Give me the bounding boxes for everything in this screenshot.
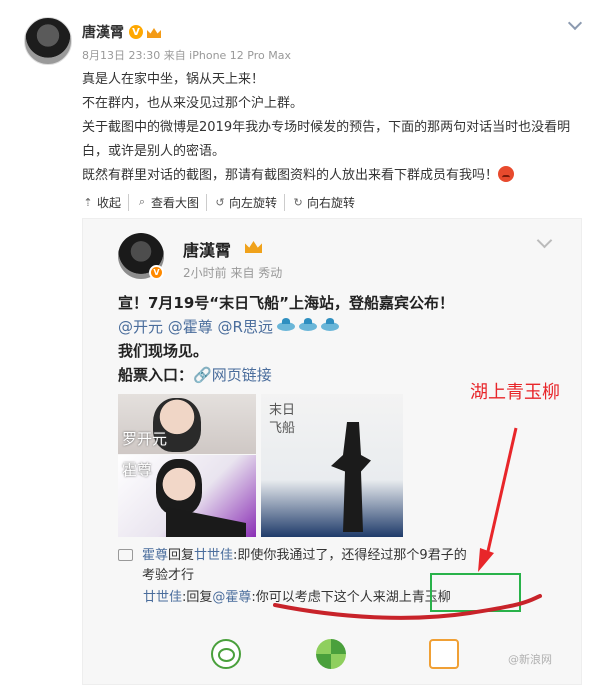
post-line: 不在群内，也从来没见过那个沪上群。: [82, 96, 304, 111]
ufo-icon: [298, 318, 317, 331]
screenshot-mentions: @开元 @霍尊 @R思远: [118, 318, 273, 336]
screenshot-verified-icon: V: [149, 265, 164, 280]
wechat-icon: [211, 639, 241, 669]
author-row: 唐漢霄 V: [82, 22, 162, 42]
annotation-highlight-box: [430, 573, 521, 612]
view-large-button[interactable]: ⌕ 查看大图: [136, 193, 208, 211]
reply-1-mid: 回复: [168, 548, 195, 563]
reply-1-text: :即使你我通过了，还得经过那个9君子的: [233, 548, 467, 563]
verified-icon: V: [129, 25, 143, 39]
rotate-left-button[interactable]: ↺ 向左旋转: [214, 193, 286, 211]
collapse-arrow-icon: ⇡: [83, 195, 93, 209]
weibo-post: 唐漢霄 V 8月13日 23:30 来自 iPhone 12 Pro Max 真…: [0, 0, 598, 685]
post-meta: 8月13日 23:30 来自 iPhone 12 Pro Max: [82, 49, 291, 62]
album-title: 末日 飞船: [269, 402, 295, 438]
watermark: @新浪网: [508, 653, 552, 666]
magnifier-icon: ⌕: [138, 195, 146, 208]
album-title-line-1: 末日: [269, 403, 296, 418]
ticket-link: 网页链接: [211, 366, 272, 384]
screenshot-author-name: 唐漢霄: [183, 241, 232, 260]
reply-2-text: :你可以考虑下这个人来湖上青玉柳: [251, 590, 451, 605]
photo-album-cover: 末日 飞船: [261, 394, 403, 537]
comment-icon: [118, 549, 133, 561]
photo-label-1: 罗开元: [122, 430, 168, 448]
chevron-down-icon[interactable]: [566, 15, 584, 33]
screenshot-mention-line: @开元 @霍尊 @R思远: [118, 315, 568, 339]
ufo-icon: [320, 318, 339, 331]
photo-label-2: 霍尊: [122, 461, 153, 479]
reply-1-target: 廿世佳: [194, 548, 234, 563]
photo-person-1: 罗开元: [118, 394, 256, 454]
rotate-right-icon: ↻: [293, 195, 303, 209]
post-line: 真是人在家中坐，锅从天上来！: [82, 72, 265, 87]
reply-2: 廿世佳:回复@霍尊:你可以考虑下这个人来湖上青玉柳: [143, 586, 451, 605]
image-action-bar: ⇡ 收起 ⌕ 查看大图 ↺ 向左旋转 ↻ 向右旋转: [82, 192, 369, 212]
photo-person-2: 霍尊: [118, 455, 256, 537]
screenshot-crown-icon: [245, 239, 263, 254]
embedded-screenshot[interactable]: V 唐漢霄 2小时前 来自 秀动 宣！7月19号“末日飞船”上海站，登船嘉宾公布…: [82, 218, 582, 685]
collapse-button[interactable]: ⇡ 收起: [82, 193, 130, 211]
author-avatar[interactable]: [24, 17, 72, 65]
album-title-line-2: 飞船: [269, 421, 296, 436]
post-body: 真是人在家中坐，锅从天上来！ 不在群内，也从来没见过那个沪上群。 关于截图中的微…: [82, 68, 582, 188]
collapse-label: 收起: [97, 195, 122, 210]
angry-emoji-icon: [498, 166, 515, 182]
rotate-left-label: 向左旋转: [229, 195, 278, 210]
reply-2-user: 廿世佳: [143, 590, 183, 605]
moments-icon: [316, 639, 346, 669]
post-line: 关于截图中的微博是2019年我办专场时候发的预告，下面的那两句对话当时也没看明白…: [82, 120, 571, 159]
screenshot-body: 宣！7月19号“末日飞船”上海站，登船嘉宾公布！ @开元 @霍尊 @R思远 我们…: [118, 291, 568, 387]
view-large-label: 查看大图: [151, 195, 200, 210]
rotate-right-label: 向右旋转: [307, 195, 356, 210]
ticket-label: 船票入口：: [118, 366, 194, 384]
annotation-label: 湖上青玉柳: [470, 382, 560, 403]
reply-2-target: @霍尊: [212, 590, 252, 605]
screenshot-see-you: 我们现场见。: [118, 342, 209, 360]
ufo-icon: [276, 318, 295, 331]
post-line-text: 既然有群里对话的截图，那请有截图资料的人放出来看下群成员有我吗！: [82, 168, 499, 183]
screenshot-meta: 2小时前 来自 秀动: [183, 266, 283, 280]
screenshot-headline: 宣！7月19号“末日飞船”上海站，登船嘉宾公布！: [118, 294, 455, 312]
save-image-icon: [429, 639, 459, 669]
screenshot-chevron-icon: [535, 235, 555, 249]
rotate-left-icon: ↺: [215, 195, 225, 209]
reply-1-line-1: 霍尊回复廿世佳:即使你我通过了，还得经过那个9君子的: [118, 546, 573, 566]
rotate-right-button[interactable]: ↻ 向右旋转: [292, 194, 362, 211]
reply-2-mid: :回复: [182, 590, 213, 605]
post-line-last: 既然有群里对话的截图，那请有截图资料的人放出来看下群成员有我吗！: [82, 164, 582, 188]
crown-icon: [146, 25, 162, 39]
author-name[interactable]: 唐漢霄: [82, 22, 124, 42]
reply-1-user: 霍尊: [142, 548, 169, 563]
link-icon: 🔗: [193, 366, 212, 384]
